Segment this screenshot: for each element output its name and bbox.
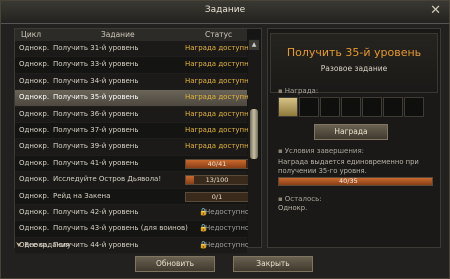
window-title: Задание: [204, 5, 246, 15]
row-cycle: Однокр.: [19, 125, 50, 134]
scroll-thumb[interactable]: [250, 109, 258, 159]
row-status: Награда доступна: [185, 142, 253, 151]
row-task: Рейд на Закена: [53, 191, 111, 200]
row-cycle: Однокр.: [19, 224, 50, 233]
scrollbar[interactable]: ▲: [248, 39, 260, 247]
row-status: Награда доступна: [185, 109, 253, 118]
row-task: Получить 35-й уровень: [53, 93, 139, 102]
conditions-label-row: ▪ Условия завершения:: [278, 147, 364, 155]
quest-list-panel: Цикл Задание Статус Однокр. Получить 31-й…: [14, 28, 262, 255]
table-row[interactable]: Однокр. Получить 33-й уровень Награда дост…: [15, 57, 253, 74]
row-cycle: Однокр.: [19, 44, 50, 52]
scroll-up-icon[interactable]: ▲: [249, 40, 259, 50]
table-row[interactable]: Однокр. Получить 31-й уровень Награда дост…: [15, 41, 253, 58]
reward-slot[interactable]: [299, 97, 319, 117]
row-cycle: Однокр.: [19, 158, 50, 167]
row-progress-bar: 13/100: [185, 175, 249, 186]
bullet-icon: ▪: [278, 87, 283, 95]
row-task: Получить 36-й уровень: [53, 109, 139, 118]
remaining-label-row: ▪ Осталось:: [278, 195, 322, 203]
row-task: Получить 34-й уровень: [53, 76, 139, 85]
row-task: Получить 41-й уровень: [53, 158, 139, 167]
conditions-label: Условия завершения:: [284, 147, 365, 155]
row-progress-bar: 0/1: [185, 191, 249, 202]
refresh-button[interactable]: Обновить: [135, 256, 215, 272]
row-status: Награда доступна: [185, 76, 253, 85]
row-status: Награда доступна: [185, 93, 253, 102]
row-cycle: Однокр.: [19, 109, 50, 118]
row-progress-bar: 40/41: [185, 158, 249, 169]
row-cycle: Однокр.: [19, 60, 50, 69]
header-status: Статус: [205, 30, 233, 39]
row-progress-text: 0/1: [211, 192, 223, 201]
quest-name: Получить 35-й уровень: [286, 46, 422, 59]
row-task: Получить 39-й уровень: [53, 142, 139, 151]
reward-slot[interactable]: [362, 97, 382, 117]
row-status: Награда доступна: [185, 60, 253, 69]
bullet-icon: ▪: [278, 147, 283, 155]
reward-item-icon[interactable]: [278, 97, 298, 117]
chevron-down-icon: ⮟: [16, 241, 22, 249]
row-cycle: Однокр.: [19, 207, 50, 216]
row-status: Недоступно: [205, 207, 250, 216]
row-cycle: Однокр.: [19, 76, 50, 85]
row-cycle: Однокр.: [19, 175, 50, 184]
quest-rows: Однокр. Получить 31-й уровень Награда дост…: [15, 41, 253, 255]
reward-slot[interactable]: [320, 97, 340, 117]
table-row[interactable]: Однокр. Получить 42-й уровень 🔒 Недоступно: [15, 204, 250, 222]
reward-slot[interactable]: [383, 97, 403, 117]
claim-reward-button[interactable]: Награда: [314, 124, 388, 140]
reward-slot[interactable]: [404, 97, 424, 117]
row-task: Получить 37-й уровень: [53, 125, 139, 134]
table-row[interactable]: Однокр. Получить 35-й уровень Награда дост…: [15, 90, 253, 107]
table-row[interactable]: Однокр. Получить 43-й уровень (для воинов…: [15, 221, 250, 238]
row-progress-text: 13/100: [205, 176, 229, 185]
conditions-text: Награда выдается единовременно при получ…: [278, 158, 419, 175]
row-progress-text: 40/41: [207, 159, 227, 168]
quest-header-box: Получить 35-й уровень Разовое задание: [270, 33, 438, 93]
reward-slots: [278, 97, 428, 117]
reward-label: Награда:: [284, 87, 319, 95]
filter-label: Все задания: [24, 241, 70, 249]
reward-label-row: ▪ Награда:: [278, 87, 318, 95]
close-button[interactable]: Закрыть: [233, 256, 313, 272]
footer: Обновить Закрыть: [1, 249, 449, 279]
bullet-icon: ▪: [278, 195, 283, 203]
table-row[interactable]: Однокр. Получить 41-й уровень 40/41: [15, 155, 249, 173]
row-task: Исследуйте Остров Дьявола!: [53, 175, 162, 184]
table-row[interactable]: Однокр. Исследуйте Остров Дьявола! 13/100: [15, 172, 249, 189]
table-row[interactable]: Однокр. Получить 36-й уровень Награда дост…: [15, 106, 253, 123]
quest-detail-panel: Получить 35-й уровень Разовое задание ▪ Н…: [267, 28, 441, 248]
header-cycle: Цикл: [21, 30, 42, 39]
progress-text: 40/35: [339, 177, 358, 185]
table-row[interactable]: Однокр. Рейд на Закена 0/1: [15, 188, 249, 205]
table-row[interactable]: Однокр. Получить 37-й уровень Награда дост…: [15, 122, 253, 140]
row-task: Получить 42-й уровень: [53, 207, 139, 216]
row-task: Получить 43-й уровень (для воинов): [53, 224, 188, 233]
row-status: Награда доступна: [185, 44, 253, 52]
row-task: Получить 33-й уровень: [53, 60, 139, 69]
row-cycle: Однокр.: [19, 142, 50, 151]
header-task: Задание: [101, 30, 135, 39]
remaining-value: Однокр.: [278, 204, 308, 212]
table-row[interactable]: Однокр. Получить 39-й уровень Награда дост…: [15, 139, 253, 156]
row-cycle: Однокр.: [19, 93, 50, 102]
completion-progress-bar: 40/35: [278, 177, 433, 186]
row-status: Недоступно: [205, 240, 250, 249]
quest-window: Задание ✕ Цикл Задание Статус Однокр. Пол…: [0, 0, 450, 279]
row-status: Недоступно: [205, 224, 250, 233]
table-header: Цикл Задание Статус: [15, 29, 247, 41]
row-status: Награда доступна: [185, 125, 253, 134]
title-bar[interactable]: Задание ✕: [1, 1, 449, 24]
quest-type: Разовое задание: [320, 64, 388, 73]
row-task: Получить 31-й уровень: [53, 44, 139, 52]
table-row[interactable]: Однокр. Получить 34-й уровень Награда дост…: [15, 73, 253, 91]
reward-slot[interactable]: [341, 97, 361, 117]
remaining-label: Осталось:: [284, 195, 322, 203]
row-cycle: Однокр.: [19, 191, 50, 200]
close-icon[interactable]: ✕: [430, 3, 441, 18]
